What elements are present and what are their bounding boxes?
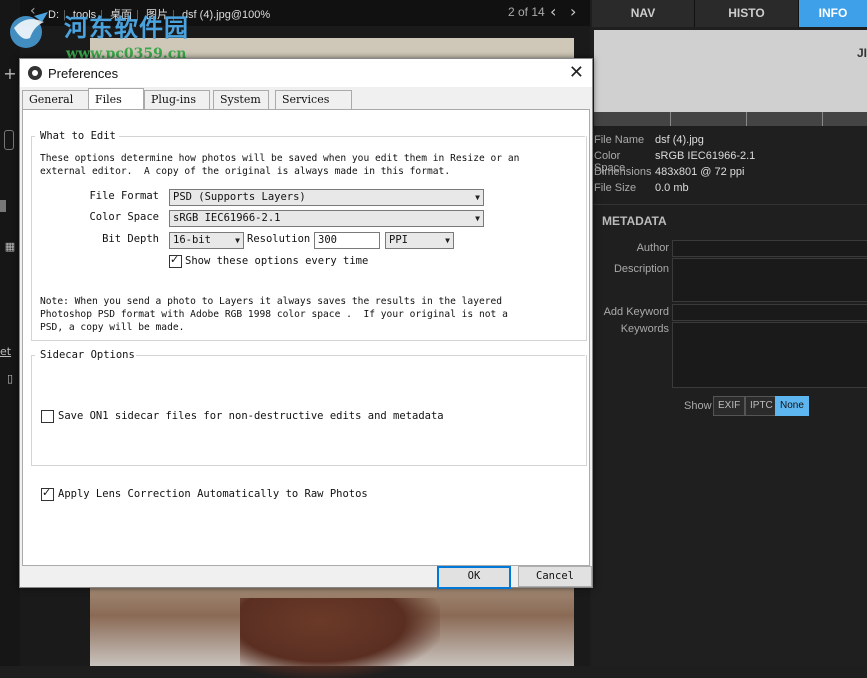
- next-chevron-icon[interactable]: ›: [570, 2, 576, 21]
- metadata-title: METADATA: [602, 214, 667, 228]
- histogram-divider: [822, 112, 823, 126]
- histogram-divider: [746, 112, 747, 126]
- cancel-button[interactable]: Cancel: [518, 566, 592, 587]
- tab-services[interactable]: Services: [275, 90, 352, 110]
- preferences-dialog: Preferences ✕ General Files Plug-ins Sys…: [19, 58, 593, 589]
- tab-nav[interactable]: NAV: [592, 0, 695, 27]
- show-iptc-button[interactable]: IPTC: [745, 396, 778, 416]
- description-field[interactable]: [672, 258, 867, 302]
- save-sidecar-label: Save ON1 sidecar files for non-destructi…: [58, 410, 444, 422]
- lens-correction-label: Apply Lens Correction Automatically to R…: [58, 488, 368, 500]
- image-counter: 2 of 14: [508, 5, 545, 19]
- breadcrumb-file: dsf (4).jpg@100%: [181, 9, 271, 21]
- add-keyword-field[interactable]: [672, 304, 867, 321]
- tab-info[interactable]: INFO: [799, 0, 867, 27]
- lens-correction-checkbox[interactable]: [41, 486, 54, 501]
- previous-chevron-icon[interactable]: ‹: [550, 2, 556, 21]
- info-value: 0.0 mb: [655, 182, 689, 194]
- info-key: Dimensions: [594, 166, 652, 178]
- toggle-icon[interactable]: [4, 130, 14, 150]
- plus-icon[interactable]: +: [0, 64, 20, 83]
- close-icon[interactable]: ✕: [569, 62, 584, 83]
- info-value: sRGB IEC61966-2.1: [655, 150, 756, 162]
- histogram-divider: [670, 112, 671, 126]
- info-value: dsf (4).jpg: [655, 134, 704, 146]
- panel-tabs: NAV HISTO INFO: [592, 0, 867, 27]
- rail-link[interactable]: et: [0, 345, 20, 359]
- photo-detail: [240, 598, 440, 678]
- tab-general[interactable]: General: [22, 90, 91, 110]
- tab-plug-ins[interactable]: Plug-ins: [144, 90, 210, 110]
- watermark-site-name: 河东软件园: [64, 13, 189, 42]
- metadata-label-keywords: Keywords: [620, 323, 669, 335]
- histogram-label: JI: [856, 46, 867, 60]
- what-to-edit-group: [31, 136, 587, 341]
- grid-icon[interactable]: ▦: [0, 240, 20, 254]
- left-toolbar: + ▦ et ▯: [0, 0, 20, 666]
- metadata-label-add-keyword: Add Keyword: [603, 306, 669, 318]
- dialog-title: Preferences: [48, 66, 119, 81]
- divider: [592, 204, 867, 205]
- app-icon: [28, 66, 42, 80]
- info-key: File Name: [594, 134, 645, 146]
- author-field[interactable]: [672, 240, 867, 257]
- tab-system[interactable]: System: [213, 90, 269, 110]
- watermark-logo-icon: [10, 12, 48, 48]
- document-icon[interactable]: ▯: [0, 372, 20, 386]
- save-sidecar-checkbox[interactable]: [41, 410, 54, 423]
- tab-histo[interactable]: HISTO: [695, 0, 799, 27]
- ok-button[interactable]: OK: [437, 566, 511, 589]
- panel-handle-icon[interactable]: [0, 200, 6, 212]
- dialog-titlebar[interactable]: Preferences ✕: [20, 59, 592, 87]
- metadata-label-author: Author: [636, 242, 669, 254]
- info-value: 483x801 @ 72 ppi: [655, 166, 745, 178]
- histogram-strip: [594, 112, 867, 126]
- show-exif-button[interactable]: EXIF: [713, 396, 746, 416]
- histogram-preview: JI: [594, 30, 867, 126]
- tab-files[interactable]: Files: [88, 88, 144, 110]
- show-none-button[interactable]: None: [775, 396, 809, 416]
- files-tab-content: What to Edit These options determine how…: [22, 109, 590, 566]
- keywords-field[interactable]: [672, 322, 867, 388]
- right-panel: NAV HISTO INFO JI File Name dsf (4).jpg …: [592, 0, 867, 666]
- info-key: File Size: [594, 182, 637, 194]
- show-label: Show: [684, 400, 712, 412]
- metadata-label-description: Description: [613, 263, 669, 275]
